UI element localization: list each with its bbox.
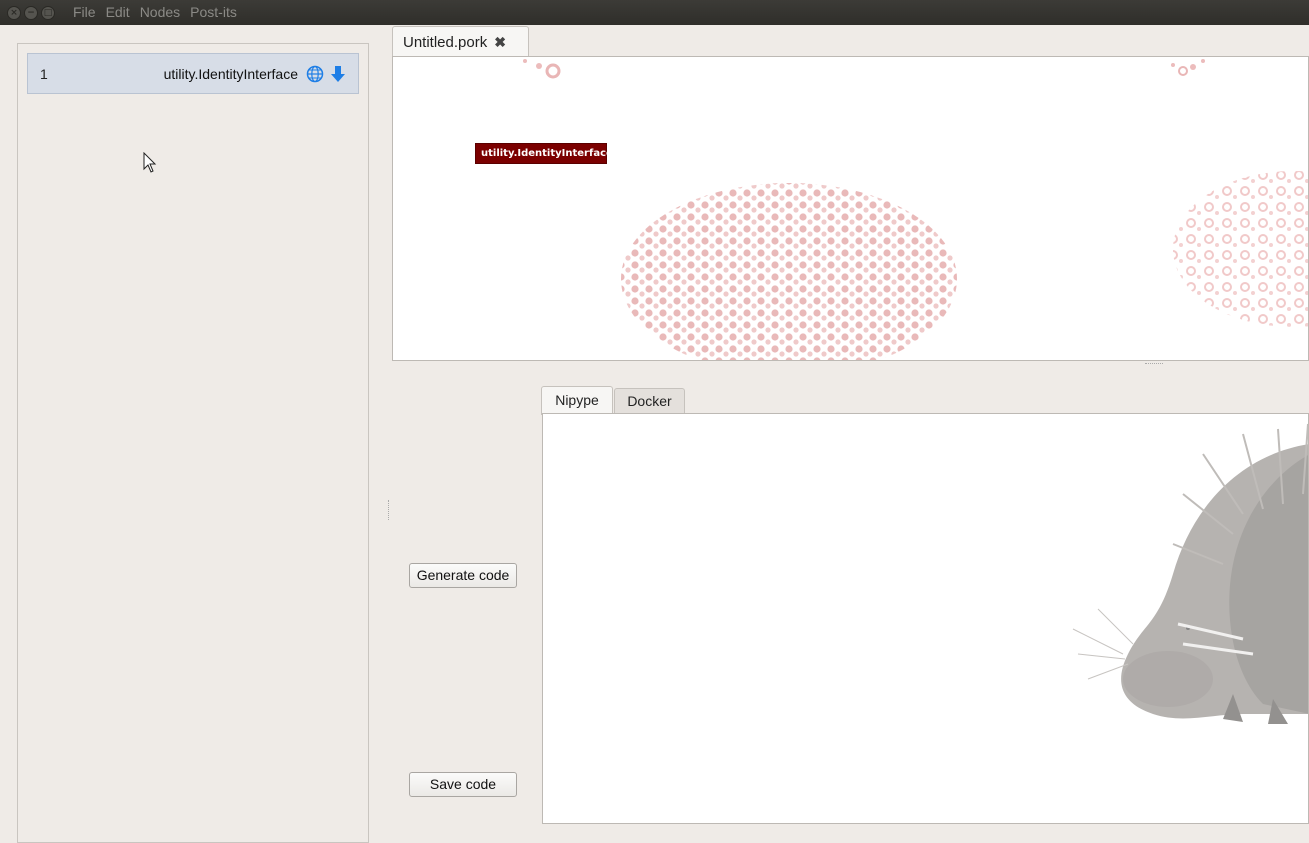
window-controls: × − □ [0,5,55,20]
globe-icon[interactable] [306,65,324,83]
porcupine-watermark-image [1072,423,1308,724]
mouse-cursor-icon [143,152,157,173]
node-index: 1 [40,65,48,82]
tab-label: Untitled.pork [403,33,488,51]
node-list-panel: 1 utility.IdentityInterface [17,43,369,843]
close-window-button[interactable]: × [7,5,21,20]
menu-edit[interactable]: Edit [106,0,130,25]
workflow-canvas[interactable]: utility.IdentityInterface [392,56,1309,361]
close-icon[interactable]: ✖ [494,34,506,51]
maximize-window-button[interactable]: □ [41,5,55,20]
porcupine-background-art [523,59,1308,360]
horizontal-splitter-handle[interactable] [1145,363,1163,365]
node-list-item[interactable]: 1 utility.IdentityInterface [27,53,359,94]
workflow-node[interactable]: utility.IdentityInterface [475,143,613,164]
minimize-window-button[interactable]: − [24,5,38,20]
menus: File Edit Nodes Post-its [73,0,247,25]
download-arrow-icon[interactable] [330,65,346,83]
tab-docker[interactable]: Docker [614,388,685,414]
node-name: utility.IdentityInterface [163,65,298,82]
menu-file[interactable]: File [73,0,96,25]
generate-code-button[interactable]: Generate code [409,563,517,588]
menu-nodes[interactable]: Nodes [140,0,180,25]
code-output-area[interactable] [542,413,1309,824]
vertical-splitter-handle[interactable] [388,500,391,520]
save-code-button[interactable]: Save code [409,772,517,797]
tab-nipype[interactable]: Nipype [541,386,613,415]
menu-bar: × − □ File Edit Nodes Post-its [0,0,1309,25]
menu-post-its[interactable]: Post-its [190,0,237,25]
tab-untitled-pork[interactable]: Untitled.pork ✖ [392,26,529,57]
